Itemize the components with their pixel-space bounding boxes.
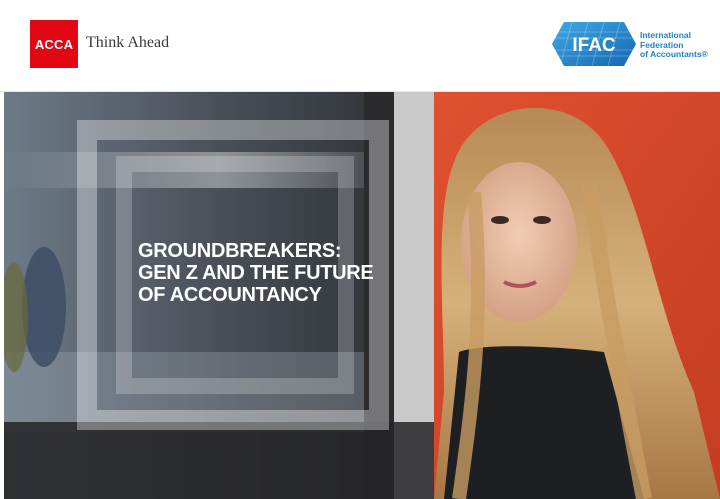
cover-title-line: OF ACCOUNTANCY [138, 284, 322, 306]
ifac-logo: IFAC International Federation of Account… [552, 20, 712, 68]
cover-header: ACCA Think Ahead IFAC International Fede… [0, 0, 720, 92]
cover-title-line: GEN Z AND THE FUTURE [138, 262, 374, 284]
ifac-logo-text: IFAC [572, 35, 616, 56]
acca-logo: ACCA [30, 20, 78, 68]
ifac-name-line: of Accountants® [640, 49, 708, 59]
acca-tagline: Think Ahead [86, 34, 170, 51]
cover-photo: GROUNDBREAKERS: GEN Z AND THE FUTURE OF … [4, 92, 720, 499]
ifac-name: International Federation of Accountants® [640, 30, 714, 60]
ifac-emblem-icon: IFAC [552, 21, 636, 67]
cover-title-line: GROUNDBREAKERS: [138, 240, 342, 262]
cover-title: GROUNDBREAKERS: GEN Z AND THE FUTURE OF … [138, 240, 458, 306]
acca-logo-text: ACCA [34, 36, 74, 52]
